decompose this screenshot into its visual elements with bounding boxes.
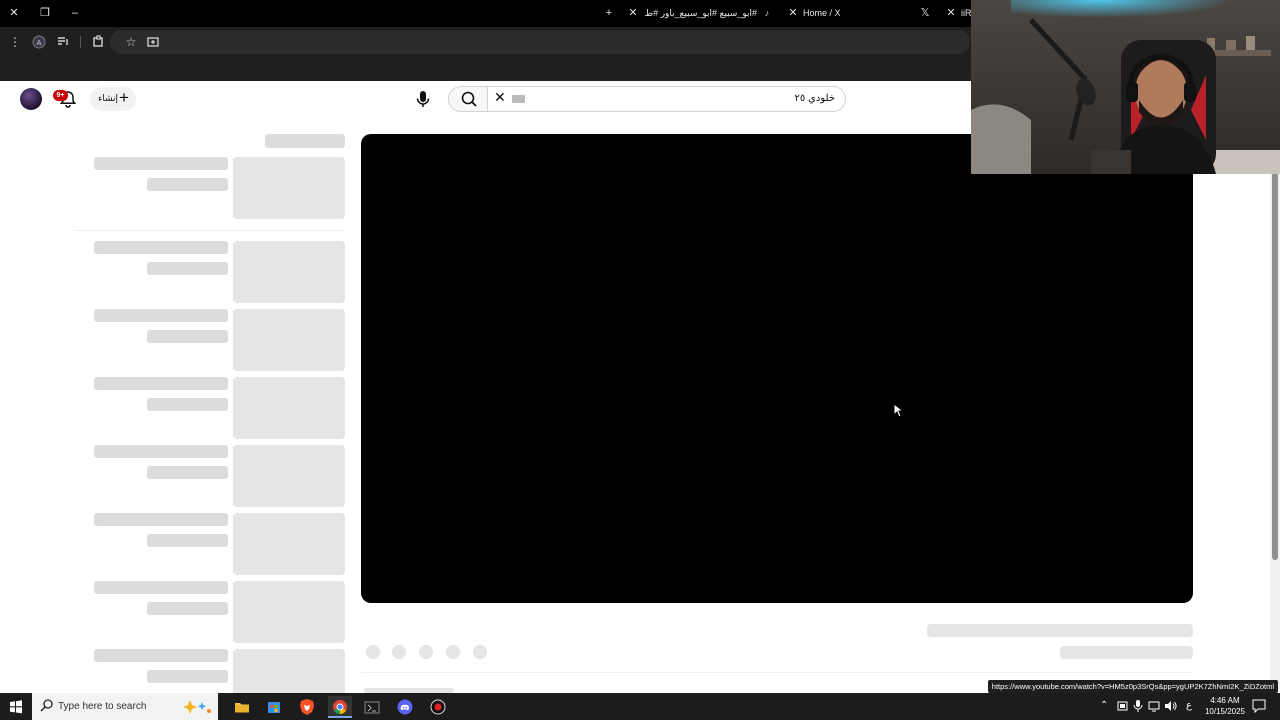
thumbnail-placeholder: [233, 513, 345, 575]
search-button[interactable]: [448, 86, 488, 112]
tab-tiktok[interactable]: #ابو_سبيع #ابو_سبيع_باور #طلو...: [645, 5, 757, 21]
tab-close-icon[interactable]: ✕: [944, 5, 958, 21]
toolbar-divider: [80, 36, 81, 48]
input-language-indicator[interactable]: ع: [1186, 700, 1192, 711]
section-divider: [74, 230, 344, 231]
action-placeholder: [366, 645, 380, 659]
title-placeholder: [94, 157, 228, 170]
clock-time: 4:46 AM: [1210, 696, 1240, 705]
obs-record-icon[interactable]: [426, 696, 450, 718]
meta-placeholder: [147, 534, 228, 547]
new-tab-button[interactable]: +: [599, 4, 619, 22]
volume-icon[interactable]: [1164, 700, 1177, 715]
search-icon: [40, 698, 54, 719]
tab-close-icon[interactable]: ✕: [786, 5, 800, 21]
windows-taskbar: Type here to search ⌃ ع 4:46 AM 10/15/20…: [0, 693, 1280, 720]
meta-placeholder: [147, 330, 228, 343]
chrome-icon[interactable]: [328, 696, 352, 718]
close-window-icon[interactable]: ✕: [4, 4, 24, 22]
voice-search-button[interactable]: [410, 86, 436, 112]
tiktok-icon: ♪: [764, 8, 770, 18]
video-title-placeholder: [927, 624, 1193, 637]
video-player[interactable]: [361, 134, 1193, 603]
meta-placeholder: [147, 262, 228, 275]
taskbar-clock[interactable]: 4:46 AM 10/15/2025: [1198, 695, 1252, 717]
channel-placeholder: [1060, 646, 1193, 659]
thumbnail-placeholder: [233, 309, 345, 371]
content-divider: [361, 672, 1193, 673]
search-highlights-icon: [180, 697, 214, 722]
svg-text:A: A: [37, 39, 42, 47]
mouse-cursor: [893, 402, 905, 423]
meta-placeholder: [147, 670, 228, 683]
action-placeholder: [392, 645, 406, 659]
discord-icon[interactable]: [393, 696, 417, 718]
clock-date: 10/15/2025: [1204, 707, 1246, 716]
bookmark-star-icon[interactable]: ☆: [122, 33, 140, 51]
search-input[interactable]: ✕ خلودي ٢٥: [488, 86, 846, 112]
restore-window-icon[interactable]: ❐: [35, 4, 55, 22]
account-avatar[interactable]: [20, 88, 42, 110]
notification-center-icon[interactable]: [1252, 699, 1266, 716]
tab-partial[interactable]: iiR: [961, 5, 971, 21]
show-hidden-icons-chevron-icon[interactable]: ⌃: [1100, 700, 1108, 711]
meta-placeholder: [147, 178, 228, 191]
chip-placeholder: [265, 134, 345, 148]
minimize-window-icon[interactable]: –: [65, 4, 85, 22]
taskbar-search-input[interactable]: Type here to search: [32, 693, 218, 720]
create-label: إنشاء: [98, 93, 119, 103]
x-logo-icon: 𝕏: [920, 7, 930, 19]
scrollbar-thumb[interactable]: [1272, 172, 1278, 560]
streamer-webcam-image: [971, 0, 1280, 174]
title-placeholder: [94, 581, 228, 594]
meta-placeholder: [147, 466, 228, 479]
plus-icon: +: [119, 88, 129, 107]
meta-placeholder: [147, 398, 228, 411]
webcam-overlay: [971, 0, 1280, 174]
thumbnail-placeholder: [233, 157, 345, 219]
extensions-icon[interactable]: [89, 33, 107, 51]
title-placeholder: [94, 445, 228, 458]
keyboard-icon[interactable]: [512, 95, 525, 103]
link-status-url: https://www.youtube.com/watch?v=HM5z0p3S…: [987, 680, 1278, 693]
title-placeholder: [94, 513, 228, 526]
media-controls-icon[interactable]: [54, 33, 72, 51]
meta-placeholder: [147, 602, 228, 615]
install-app-icon[interactable]: [144, 33, 162, 51]
windows-start-icon[interactable]: [4, 696, 28, 718]
brave-browser-icon[interactable]: [295, 696, 319, 718]
title-placeholder: [94, 241, 228, 254]
terminal-icon[interactable]: [360, 696, 384, 718]
notification-count-badge: 9+: [53, 90, 68, 101]
action-placeholder: [473, 645, 487, 659]
thumbnail-placeholder: [233, 445, 345, 507]
network-icon[interactable]: [1148, 700, 1160, 715]
profile-icon[interactable]: A: [30, 33, 48, 51]
title-placeholder: [94, 377, 228, 390]
address-bar[interactable]: ☆: [110, 30, 970, 54]
search-query-text: خلودي ٢٥: [794, 93, 835, 104]
action-placeholder: [446, 645, 460, 659]
title-placeholder: [94, 649, 228, 662]
thumbnail-placeholder: [233, 377, 345, 439]
tab-home-x[interactable]: Home / X: [803, 5, 863, 21]
browser-menu-icon[interactable]: ⋮: [6, 33, 24, 51]
create-button[interactable]: إنشاء +: [90, 87, 136, 111]
thumbnail-placeholder: [233, 241, 345, 303]
microphone-tray-icon[interactable]: [1133, 700, 1143, 715]
title-placeholder: [94, 309, 228, 322]
tray-app-icon[interactable]: [1117, 700, 1128, 715]
file-explorer-icon[interactable]: [230, 696, 254, 718]
taskbar-search-placeholder: Type here to search: [58, 701, 147, 712]
tab-close-icon[interactable]: ✕: [626, 5, 640, 21]
thumbnail-placeholder: [233, 649, 345, 693]
clear-search-icon[interactable]: ✕: [494, 89, 506, 106]
microsoft-store-icon[interactable]: [262, 696, 286, 718]
action-placeholder: [419, 645, 433, 659]
thumbnail-placeholder: [233, 581, 345, 643]
